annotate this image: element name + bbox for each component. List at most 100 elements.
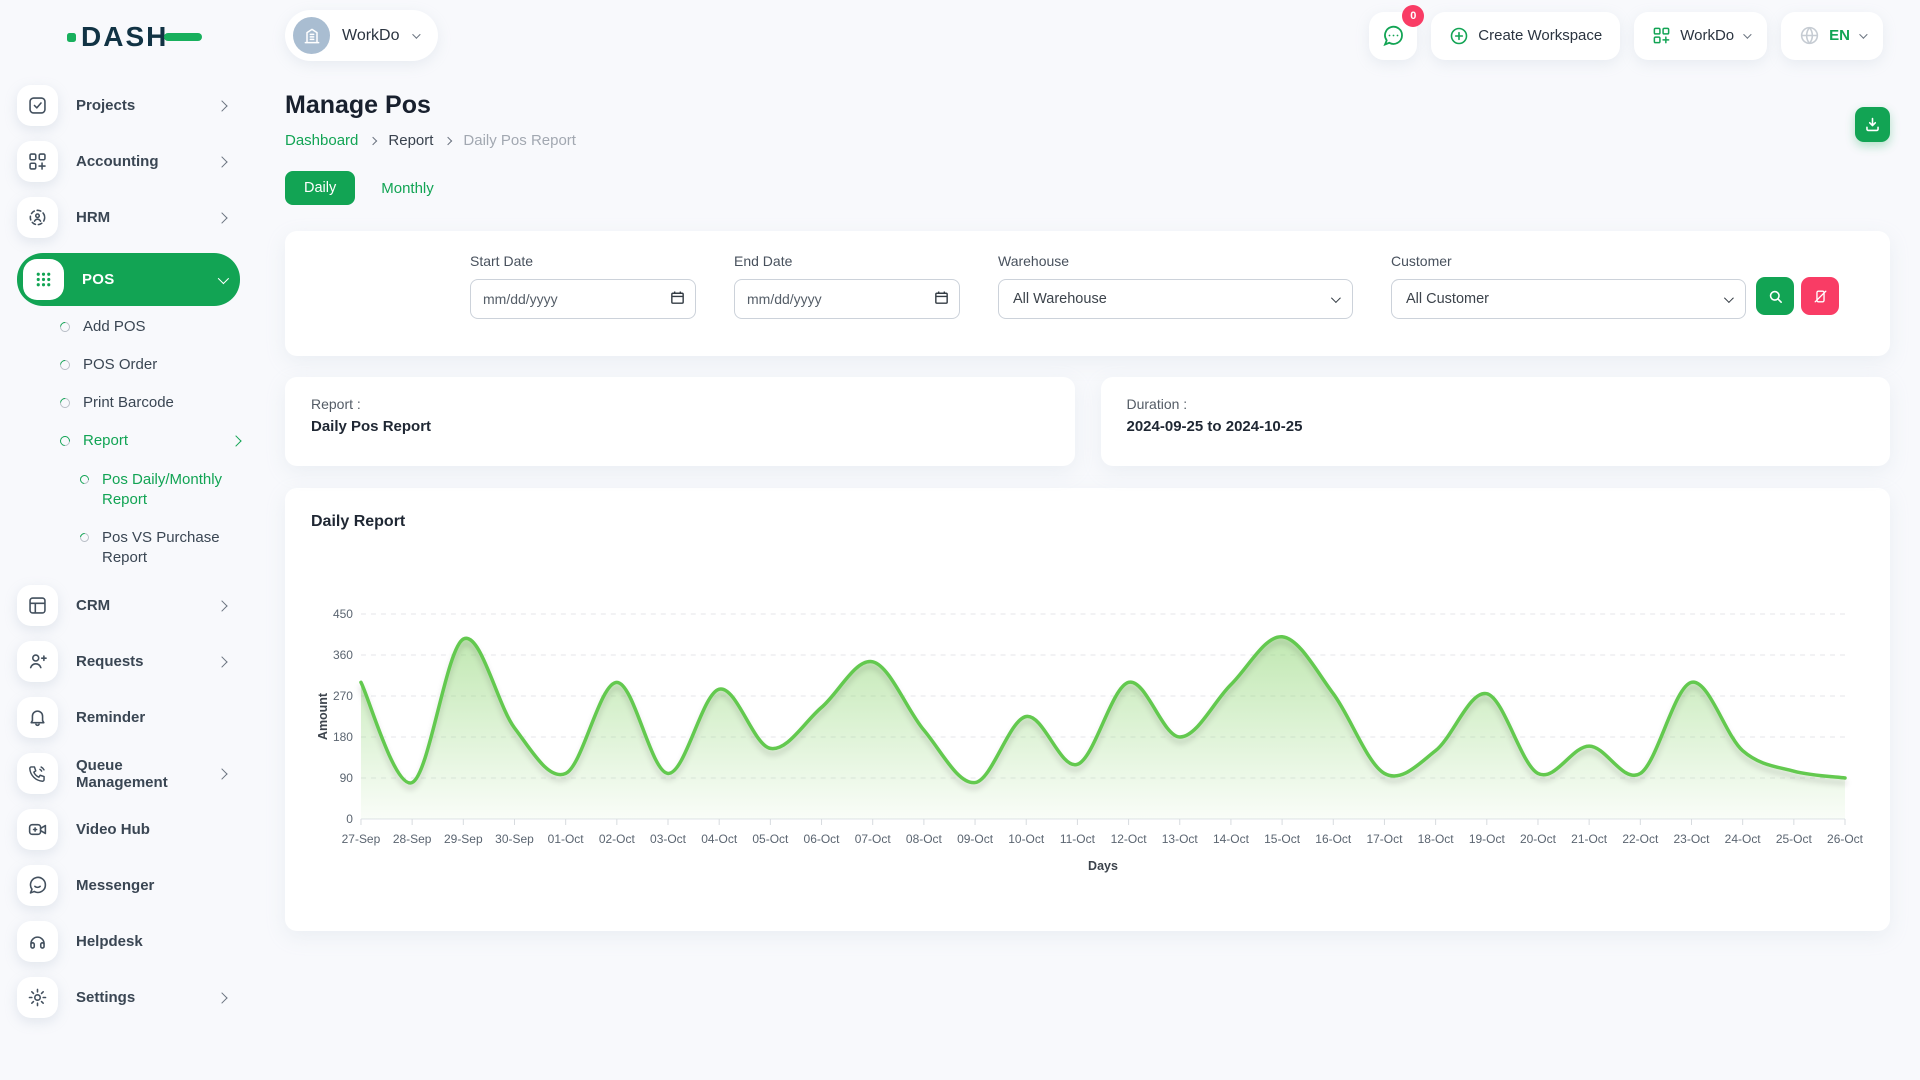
sidebar-item-projects[interactable]: Projects bbox=[17, 85, 240, 126]
report-value: Daily Pos Report bbox=[311, 418, 1049, 435]
breadcrumb: Dashboard Report Daily Pos Report bbox=[285, 132, 576, 149]
window-icon bbox=[17, 585, 58, 626]
sidebar-item-pos-order[interactable]: POS Order bbox=[60, 356, 240, 373]
customer-select[interactable]: All Customer bbox=[1391, 279, 1746, 319]
sidebar-item-reminder[interactable]: Reminder bbox=[17, 697, 240, 738]
main-content: Manage Pos Dashboard Report Daily Pos Re… bbox=[255, 71, 1920, 931]
messages-count-badge: 0 bbox=[1402, 5, 1424, 27]
chevron-down-icon bbox=[1743, 30, 1751, 38]
x-tick-label: 15-Oct bbox=[1264, 832, 1301, 846]
breadcrumb-report[interactable]: Report bbox=[388, 132, 433, 149]
create-workspace-label: Create Workspace bbox=[1478, 27, 1602, 44]
daily-report-chart[interactable]: 09018027036045027-Sep28-Sep29-Sep30-Sep0… bbox=[311, 553, 1864, 898]
clear-filter-icon bbox=[1812, 288, 1829, 305]
messages-button[interactable]: 0 bbox=[1369, 12, 1417, 60]
building-icon bbox=[302, 26, 322, 46]
x-tick-label: 24-Oct bbox=[1725, 832, 1762, 846]
message-bubble-icon bbox=[17, 865, 58, 906]
customer-field: Customer All Customer bbox=[1391, 253, 1746, 319]
chevron-right-icon bbox=[216, 212, 227, 223]
chevron-down-icon bbox=[218, 272, 229, 283]
top-bar: DASH WorkDo 0 Create Workspace bbox=[0, 0, 1920, 71]
customer-selected-value: All Customer bbox=[1406, 291, 1489, 307]
x-tick-label: 26-Oct bbox=[1827, 832, 1864, 846]
svg-text:DASH: DASH bbox=[81, 21, 168, 52]
start-date-input[interactable] bbox=[470, 279, 696, 319]
reset-filter-button[interactable] bbox=[1801, 277, 1839, 315]
x-tick-label: 20-Oct bbox=[1520, 832, 1557, 846]
sidebar-item-crm[interactable]: CRM bbox=[17, 585, 240, 626]
page-header: Manage Pos Dashboard Report Daily Pos Re… bbox=[285, 91, 1890, 149]
bell-icon bbox=[17, 697, 58, 738]
y-tick-label: 90 bbox=[340, 771, 354, 785]
chevron-right-icon bbox=[216, 992, 227, 1003]
workspace-selector[interactable]: WorkDo bbox=[285, 10, 438, 61]
breadcrumb-dashboard[interactable]: Dashboard bbox=[285, 132, 358, 149]
x-tick-label: 16-Oct bbox=[1315, 832, 1352, 846]
tab-daily[interactable]: Daily bbox=[285, 171, 355, 205]
filter-actions bbox=[1756, 277, 1839, 315]
bullet-icon bbox=[58, 395, 72, 409]
sidebar-item-queue-management[interactable]: Queue Management bbox=[17, 753, 240, 794]
x-tick-label: 11-Oct bbox=[1060, 832, 1096, 846]
x-tick-label: 09-Oct bbox=[957, 832, 994, 846]
sidebar-item-video-hub[interactable]: Video Hub bbox=[17, 809, 240, 850]
headphones-icon bbox=[17, 921, 58, 962]
x-axis-title: Days bbox=[1088, 859, 1118, 873]
y-tick-label: 0 bbox=[346, 812, 353, 826]
end-date-input[interactable] bbox=[734, 279, 960, 319]
warehouse-field: Warehouse All Warehouse bbox=[998, 253, 1353, 319]
duration-summary-card: Duration : 2024-09-25 to 2024-10-25 bbox=[1101, 377, 1891, 466]
gear-icon bbox=[17, 977, 58, 1018]
x-tick-label: 07-Oct bbox=[855, 832, 892, 846]
sidebar-item-report[interactable]: Report bbox=[60, 432, 240, 449]
globe-icon bbox=[1799, 25, 1820, 46]
duration-value: 2024-09-25 to 2024-10-25 bbox=[1127, 418, 1865, 435]
workspace-avatar bbox=[293, 17, 330, 54]
download-report-button[interactable] bbox=[1855, 107, 1890, 142]
x-tick-label: 21-Oct bbox=[1571, 832, 1608, 846]
x-tick-label: 04-Oct bbox=[701, 832, 738, 846]
sidebar-item-print-barcode[interactable]: Print Barcode bbox=[60, 394, 240, 411]
sidebar-item-add-pos[interactable]: Add POS bbox=[60, 318, 240, 335]
sidebar-item-pos[interactable]: POS bbox=[17, 253, 240, 306]
report-mode-tabs: Daily Monthly bbox=[285, 171, 1890, 205]
sidebar-item-helpdesk[interactable]: Helpdesk bbox=[17, 921, 240, 962]
check-square-icon bbox=[17, 85, 58, 126]
sidebar-item-accounting[interactable]: Accounting bbox=[17, 141, 240, 182]
chevron-right-icon bbox=[216, 768, 227, 779]
chevron-right-icon bbox=[216, 600, 227, 611]
warehouse-selected-value: All Warehouse bbox=[1013, 291, 1107, 307]
workspace-switcher-button[interactable]: WorkDo bbox=[1634, 12, 1767, 60]
sidebar-item-requests[interactable]: Requests bbox=[17, 641, 240, 682]
sidebar-item-pos-vs-purchase-report[interactable]: Pos VS Purchase Report bbox=[80, 528, 255, 569]
search-button[interactable] bbox=[1756, 277, 1794, 315]
customer-label: Customer bbox=[1391, 253, 1746, 269]
tab-monthly[interactable]: Monthly bbox=[381, 180, 434, 197]
user-plus-icon bbox=[17, 641, 58, 682]
chevron-right-icon bbox=[230, 435, 241, 446]
sidebar: Projects Accounting HRM POS bbox=[0, 71, 255, 1033]
x-tick-label: 13-Oct bbox=[1162, 832, 1199, 846]
chevron-down-icon bbox=[1859, 30, 1867, 38]
sidebar-item-messenger[interactable]: Messenger bbox=[17, 865, 240, 906]
sidebar-item-pos-daily-monthly-report[interactable]: Pos Daily/Monthly Report bbox=[80, 470, 255, 511]
area-fill bbox=[361, 637, 1845, 819]
app-logo[interactable]: DASH bbox=[67, 17, 285, 55]
warehouse-select[interactable]: All Warehouse bbox=[998, 279, 1353, 319]
create-workspace-button[interactable]: Create Workspace bbox=[1431, 12, 1620, 60]
x-tick-label: 12-Oct bbox=[1111, 832, 1148, 846]
bullet-icon bbox=[58, 357, 72, 371]
x-tick-label: 01-Oct bbox=[548, 832, 585, 846]
video-camera-icon bbox=[17, 809, 58, 850]
x-tick-label: 06-Oct bbox=[804, 832, 841, 846]
daily-report-chart-card: Daily Report 09018027036045027-Se bbox=[285, 488, 1890, 931]
language-selector[interactable]: EN bbox=[1781, 12, 1883, 60]
bullet-icon bbox=[78, 473, 91, 486]
y-tick-label: 270 bbox=[333, 689, 353, 703]
workspace-name: WorkDo bbox=[342, 27, 400, 45]
sidebar-item-hrm[interactable]: HRM bbox=[17, 197, 240, 238]
workspace-switcher-label: WorkDo bbox=[1680, 27, 1734, 44]
x-tick-label: 14-Oct bbox=[1213, 832, 1250, 846]
sidebar-item-settings[interactable]: Settings bbox=[17, 977, 240, 1018]
